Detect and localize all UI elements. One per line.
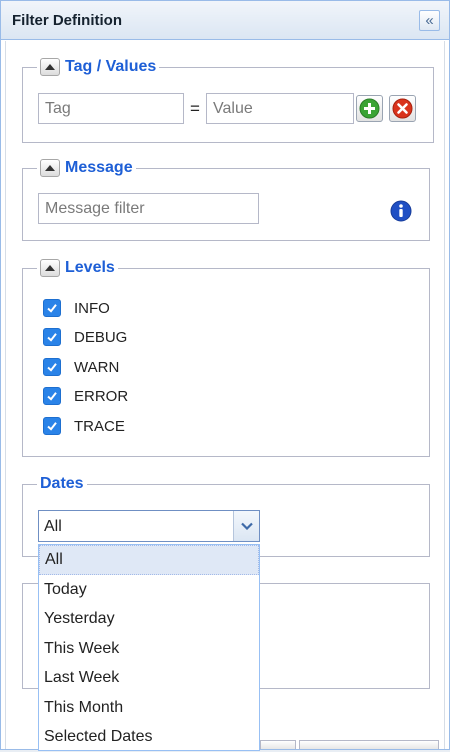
level-label: WARN [74, 358, 120, 376]
info-icon[interactable] [390, 200, 412, 222]
tag-values-legend: Tag / Values [37, 56, 159, 78]
checkmark-icon [47, 333, 57, 342]
message-title: Message [65, 159, 133, 176]
level-row-error: ERROR [43, 386, 128, 406]
double-chevron-left-icon: « [425, 12, 434, 29]
chevron-down-icon [240, 522, 253, 530]
level-label: DEBUG [74, 328, 128, 346]
collapse-up-icon [45, 265, 55, 271]
level-label: ERROR [74, 387, 129, 405]
close-icon [392, 98, 413, 119]
dates-option-all[interactable]: All [39, 545, 259, 575]
dates-option-selected-dates[interactable]: Selected Dates [39, 722, 259, 752]
level-checkbox-debug[interactable] [43, 328, 61, 346]
plus-icon [359, 98, 380, 119]
dates-legend: Dates [37, 473, 87, 495]
levels-title: Levels [65, 259, 115, 276]
tag-values-toggle-button[interactable] [40, 58, 60, 76]
dates-option-this-month[interactable]: This Month [39, 693, 259, 723]
checkmark-icon [47, 304, 57, 313]
panel-title: Filter Definition [12, 12, 122, 29]
checkmark-icon [47, 363, 57, 372]
dates-combo-trigger[interactable] [233, 511, 259, 541]
dates-option-last-week[interactable]: Last Week [39, 663, 259, 693]
dates-combo[interactable]: All [38, 510, 260, 542]
level-row-debug: DEBUG [43, 327, 127, 347]
panel-header: Filter Definition « [1, 1, 449, 40]
tag-input[interactable] [38, 93, 184, 124]
remove-tag-button[interactable] [389, 95, 416, 122]
tag-values-title: Tag / Values [65, 58, 157, 75]
equals-label: = [190, 99, 200, 118]
level-checkbox-info[interactable] [43, 299, 61, 317]
dates-option-today[interactable]: Today [39, 575, 259, 605]
dates-option-this-week[interactable]: This Week [39, 634, 259, 664]
checkmark-icon [47, 422, 57, 431]
dates-option-yesterday[interactable]: Yesterday [39, 604, 259, 634]
level-label: INFO [74, 299, 110, 317]
bottom-toolbar-button[interactable] [299, 740, 439, 749]
bottom-toolbar-button[interactable] [260, 740, 296, 749]
level-row-warn: WARN [43, 357, 119, 377]
value-input[interactable] [206, 93, 354, 124]
dates-combo-value: All [44, 518, 62, 535]
add-tag-button[interactable] [356, 95, 383, 122]
collapse-up-icon [45, 165, 55, 171]
dates-title: Dates [40, 475, 84, 492]
message-filter-input[interactable] [38, 193, 259, 224]
level-checkbox-warn[interactable] [43, 358, 61, 376]
message-legend: Message [37, 157, 136, 179]
level-checkbox-error[interactable] [43, 387, 61, 405]
message-toggle-button[interactable] [40, 159, 60, 177]
filter-definition-panel: Filter Definition « Tag / Values = [0, 0, 450, 751]
collapse-panel-button[interactable]: « [419, 10, 440, 31]
levels-toggle-button[interactable] [40, 259, 60, 277]
collapse-up-icon [45, 64, 55, 70]
level-label: TRACE [74, 417, 125, 435]
dates-dropdown-list: All Today Yesterday This Week Last Week … [38, 544, 260, 751]
level-row-info: INFO [43, 298, 110, 318]
levels-legend: Levels [37, 257, 118, 279]
checkmark-icon [47, 392, 57, 401]
level-checkbox-trace[interactable] [43, 417, 61, 435]
level-row-trace: TRACE [43, 416, 125, 436]
